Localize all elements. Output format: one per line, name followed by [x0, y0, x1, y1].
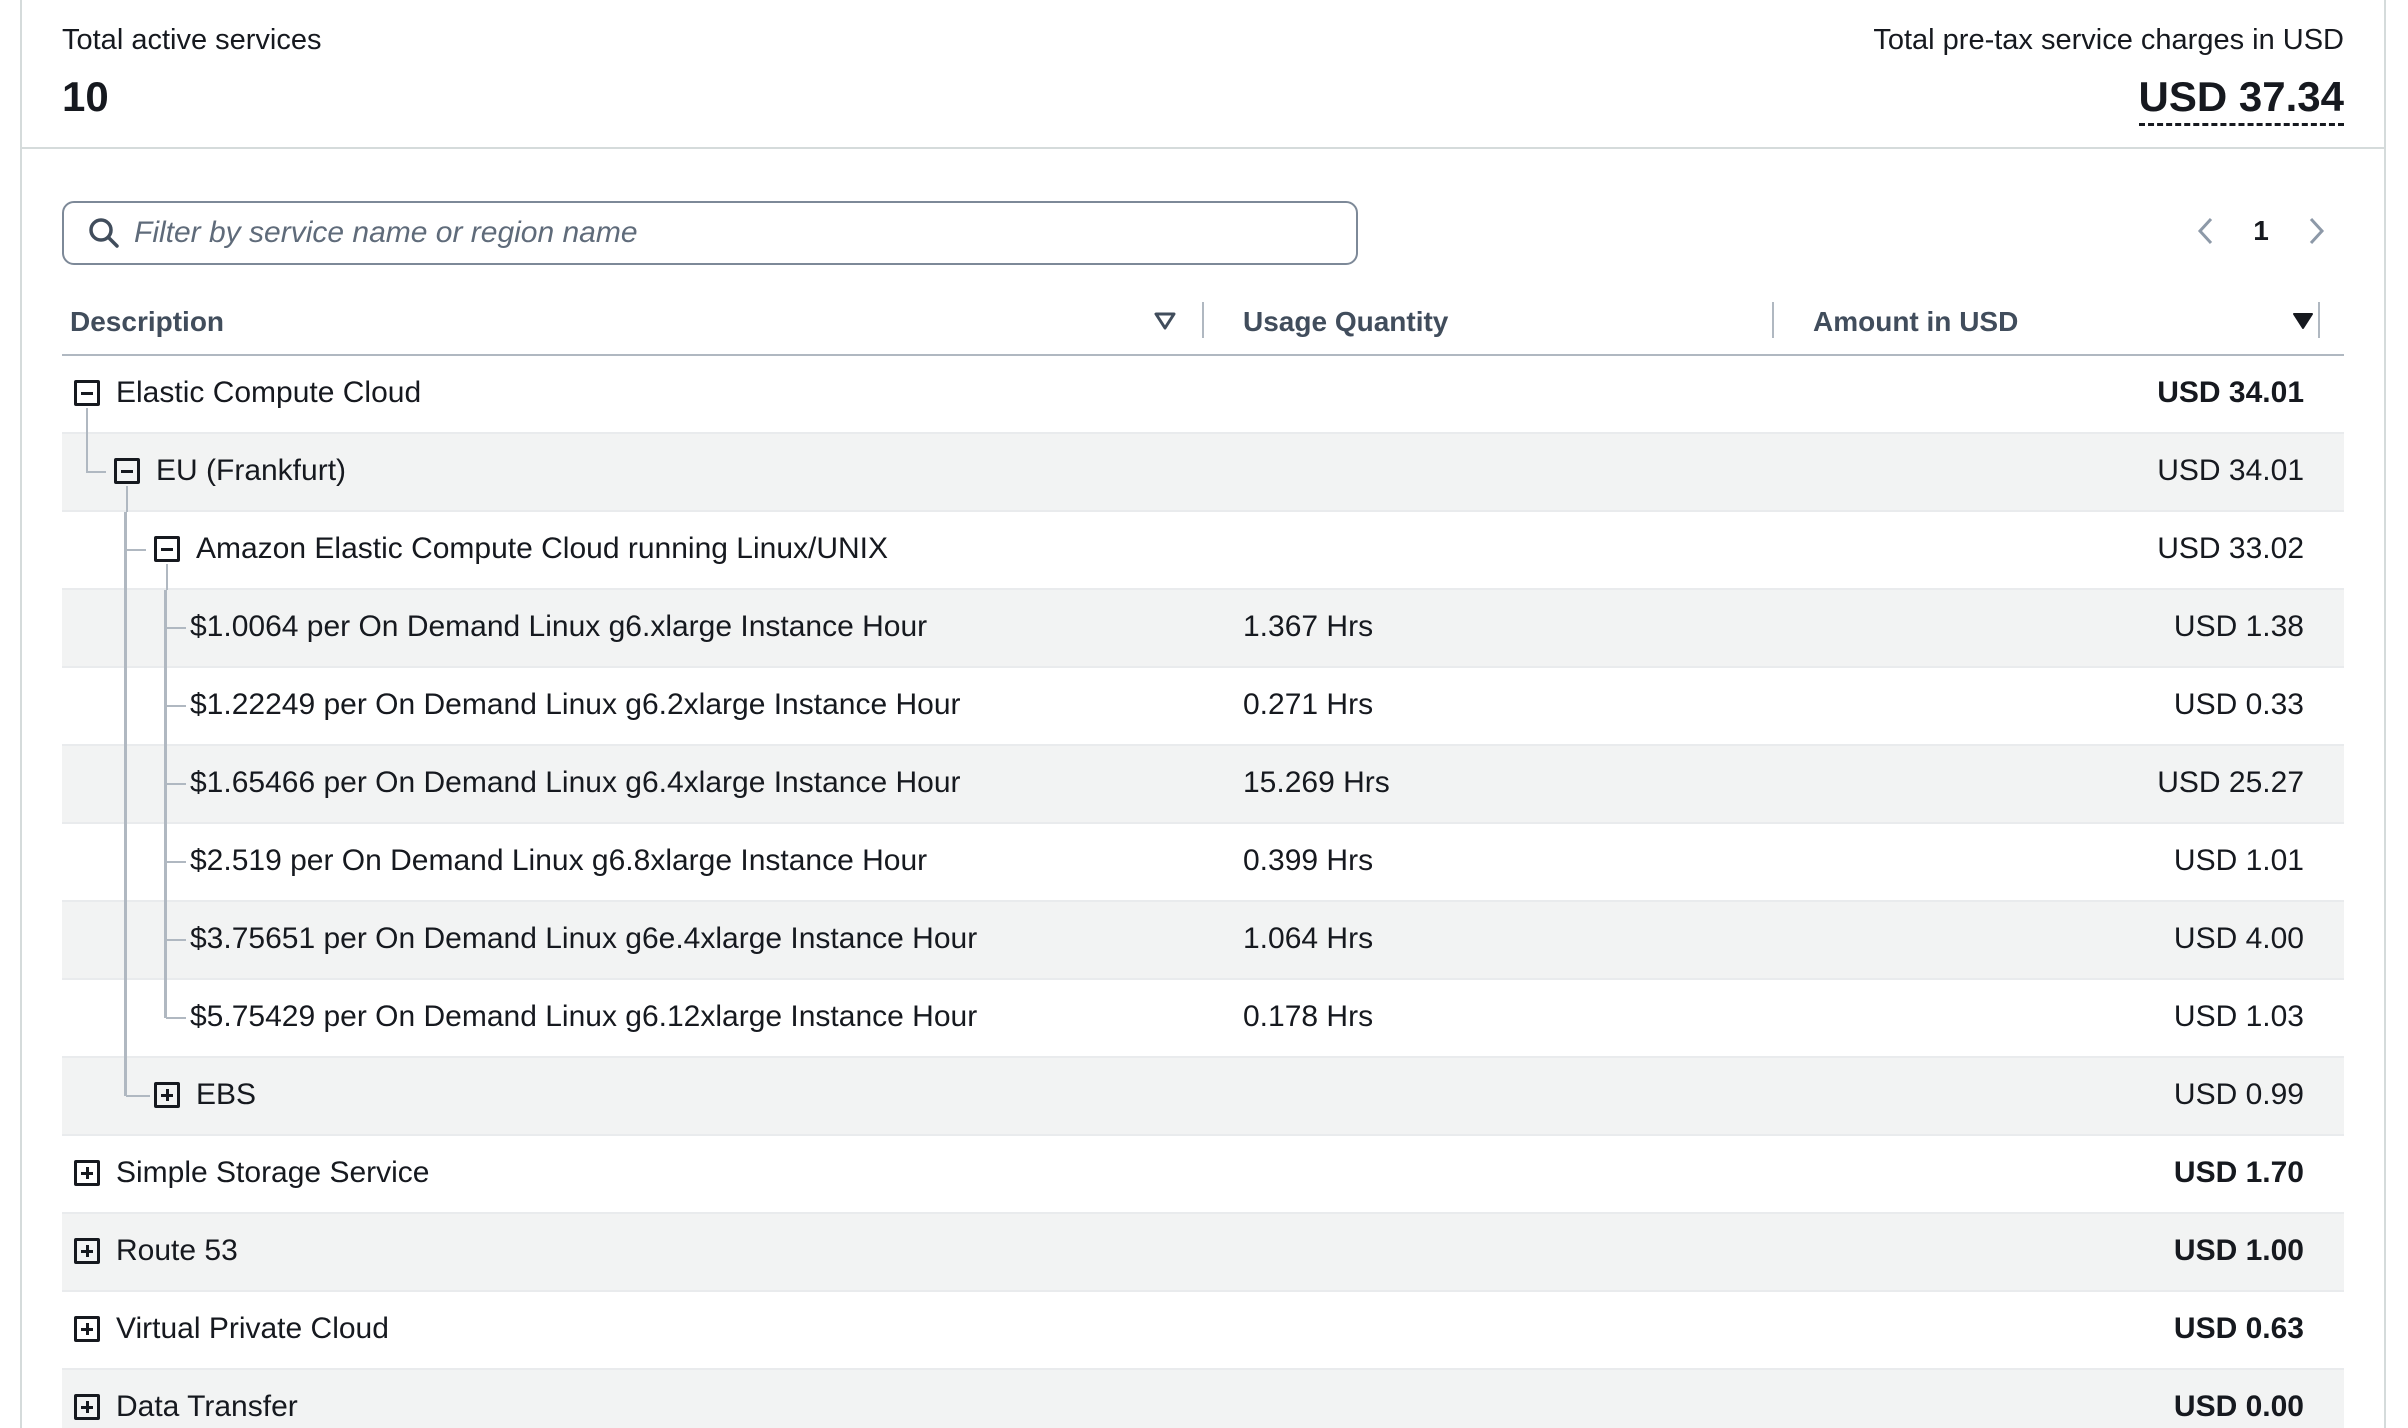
row-label: $1.0064 per On Demand Linux g6.xlarge In… [190, 610, 928, 643]
row-amount: USD 1.03 [2173, 1000, 2304, 1033]
column-header-description[interactable]: Description [70, 306, 224, 338]
row-label: Virtual Private Cloud [116, 1312, 389, 1345]
row-usage-quantity: 1.367 Hrs [1243, 610, 1374, 643]
previous-page-button[interactable] [2186, 211, 2226, 251]
expand-icon[interactable] [74, 1160, 100, 1186]
row-label: Amazon Elastic Compute Cloud running Lin… [196, 532, 889, 565]
row-label: $2.519 per On Demand Linux g6.8xlarge In… [190, 844, 928, 877]
charges-label: Total pre-tax service charges in USD [1873, 24, 2344, 56]
row-label: Elastic Compute Cloud [116, 376, 422, 409]
row-amount: USD 0.33 [2173, 688, 2304, 721]
row-amount: USD 34.01 [2157, 376, 2304, 409]
active-services-label: Total active services [62, 24, 322, 56]
active-services-count: 10 [62, 73, 109, 120]
row-label: $1.65466 per On Demand Linux g6.4xlarge … [190, 766, 961, 799]
active-services-summary: Total active services 10 [62, 24, 322, 121]
row-amount: USD 34.01 [2157, 454, 2304, 487]
table-row-simple-storage-service: Simple Storage Service USD 1.70 [62, 1136, 2344, 1214]
table-row-ec2-linux: Amazon Elastic Compute Cloud running Lin… [62, 512, 2344, 590]
row-label: $3.75651 per On Demand Linux g6e.4xlarge… [190, 922, 978, 955]
row-amount: USD 4.00 [2173, 922, 2304, 955]
row-usage-quantity: 1.064 Hrs [1243, 922, 1374, 955]
expand-icon[interactable] [154, 1082, 180, 1108]
current-page-number[interactable]: 1 [2253, 215, 2269, 247]
search-input[interactable] [134, 216, 1334, 250]
column-resizer[interactable] [1772, 302, 1774, 338]
row-usage-quantity: 0.178 Hrs [1243, 1000, 1374, 1033]
row-amount: USD 1.70 [2173, 1156, 2304, 1189]
row-label: $1.22249 per On Demand Linux g6.2xlarge … [190, 688, 961, 721]
row-usage-quantity: 0.271 Hrs [1243, 688, 1374, 721]
row-amount: USD 1.38 [2173, 610, 2304, 643]
search-box [62, 201, 1358, 265]
table-row-ebs: EBS USD 0.99 [62, 1058, 2344, 1136]
table-row: $1.65466 per On Demand Linux g6.4xlarge … [62, 746, 2344, 824]
row-amount: USD 1.00 [2173, 1234, 2304, 1267]
column-header-amount[interactable]: Amount in USD [1813, 306, 2018, 338]
sort-unsorted-icon[interactable] [1152, 308, 1178, 334]
row-amount: USD 25.27 [2157, 766, 2304, 799]
row-label: EU (Frankfurt) [156, 454, 347, 487]
collapse-icon[interactable] [114, 458, 140, 484]
charges-total[interactable]: USD 37.34 [2138, 73, 2344, 126]
table-row-virtual-private-cloud: Virtual Private Cloud USD 0.63 [62, 1292, 2344, 1370]
collapse-icon[interactable] [74, 380, 100, 406]
panel-right-border [2384, 0, 2386, 1428]
chevron-right-icon [2309, 217, 2325, 245]
column-header-usage-quantity[interactable]: Usage Quantity [1243, 306, 1448, 338]
row-label: EBS [196, 1078, 257, 1111]
row-label: $5.75429 per On Demand Linux g6.12xlarge… [190, 1000, 978, 1033]
row-amount: USD 33.02 [2157, 532, 2304, 565]
row-amount: USD 1.01 [2173, 844, 2304, 877]
expand-icon[interactable] [74, 1316, 100, 1342]
row-amount: USD 0.99 [2173, 1078, 2304, 1111]
table-row-data-transfer: Data Transfer USD 0.00 [62, 1370, 2344, 1428]
row-label: Simple Storage Service [116, 1156, 430, 1189]
column-resizer[interactable] [2318, 302, 2320, 338]
table-row: $5.75429 per On Demand Linux g6.12xlarge… [62, 980, 2344, 1058]
summary-divider [22, 147, 2384, 149]
row-usage-quantity: 15.269 Hrs [1243, 766, 1390, 799]
row-amount: USD 0.00 [2173, 1390, 2304, 1423]
cost-breakdown-table: Elastic Compute Cloud USD 34.01 EU (Fran… [62, 356, 2344, 1428]
row-amount: USD 0.63 [2173, 1312, 2304, 1345]
table-row: $1.22249 per On Demand Linux g6.2xlarge … [62, 668, 2344, 746]
next-page-button[interactable] [2296, 211, 2336, 251]
collapse-icon[interactable] [154, 536, 180, 562]
row-label: Route 53 [116, 1234, 238, 1267]
row-usage-quantity: 0.399 Hrs [1243, 844, 1374, 877]
row-label: Data Transfer [116, 1390, 298, 1423]
charges-summary: Total pre-tax service charges in USD USD… [1873, 24, 2344, 126]
table-row: $1.0064 per On Demand Linux g6.xlarge In… [62, 590, 2344, 668]
search-icon [74, 203, 134, 263]
table-row: $3.75651 per On Demand Linux g6e.4xlarge… [62, 902, 2344, 980]
panel-left-border [20, 0, 22, 1428]
table-header: Description Usage Quantity Amount in USD [62, 296, 2344, 356]
column-resizer[interactable] [1202, 302, 1204, 338]
pagination: 1 [2186, 206, 2336, 256]
expand-icon[interactable] [74, 1394, 100, 1420]
sort-descending-icon[interactable] [2290, 308, 2316, 334]
chevron-left-icon [2197, 217, 2213, 245]
table-row-elastic-compute-cloud: Elastic Compute Cloud USD 34.01 [62, 356, 2344, 434]
expand-icon[interactable] [74, 1238, 100, 1264]
table-row-eu-frankfurt: EU (Frankfurt) USD 34.01 [62, 434, 2344, 512]
table-row: $2.519 per On Demand Linux g6.8xlarge In… [62, 824, 2344, 902]
table-row-route-53: Route 53 USD 1.00 [62, 1214, 2344, 1292]
